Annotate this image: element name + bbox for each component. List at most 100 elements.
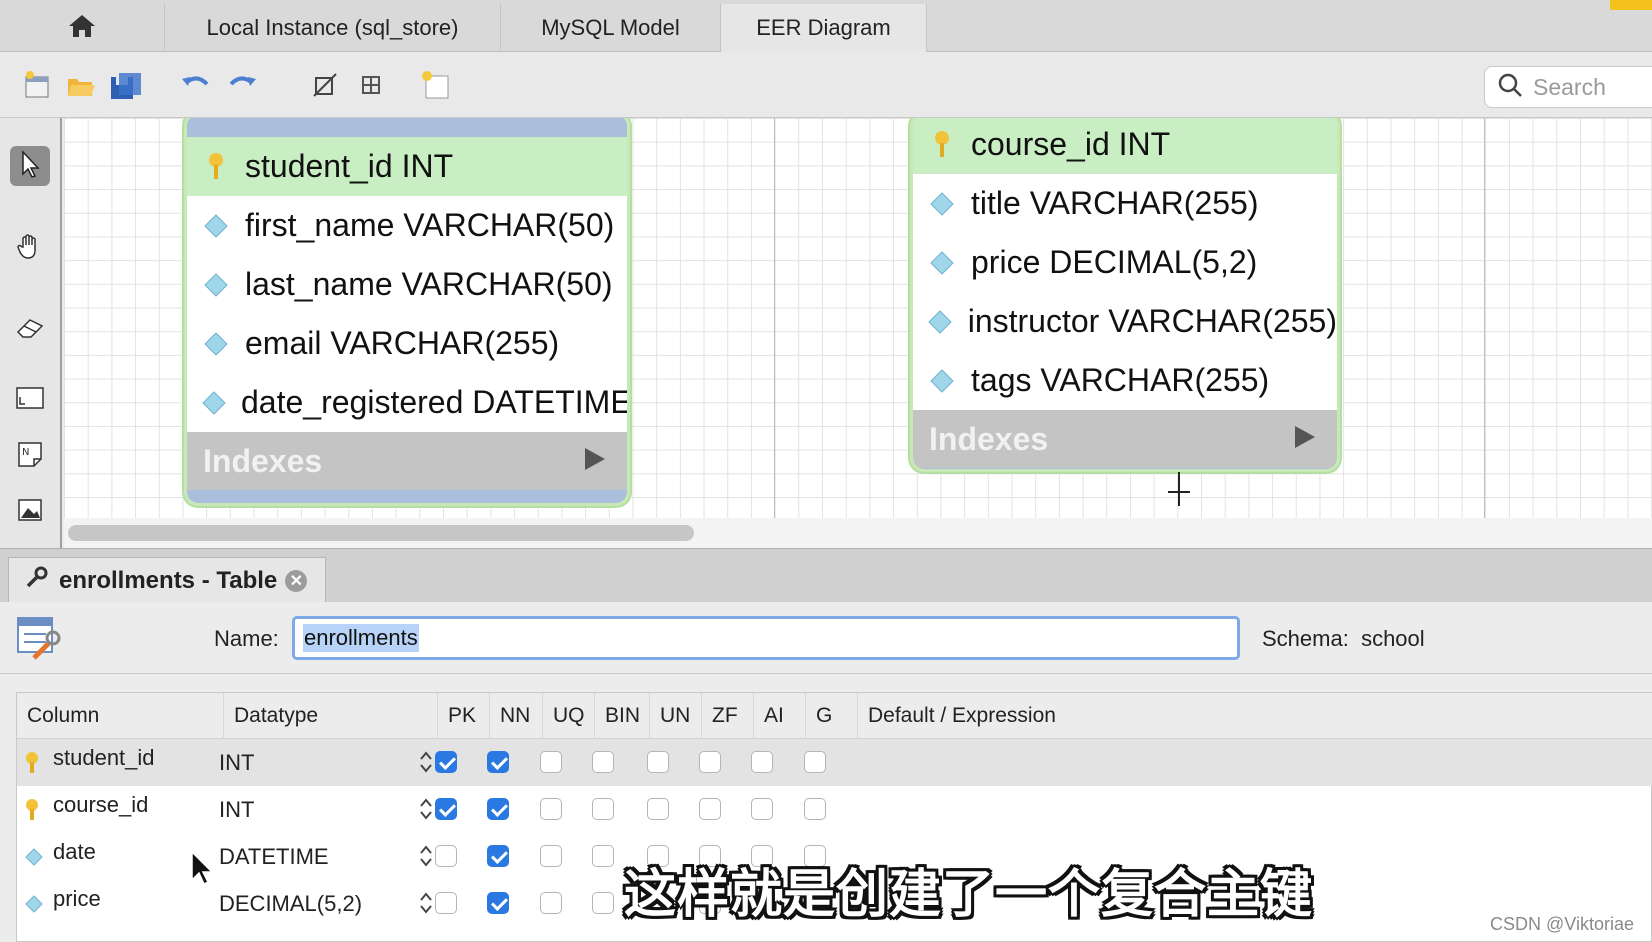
eer-column-row[interactable]: title VARCHAR(255)	[913, 174, 1337, 233]
new-diagram-button[interactable]	[418, 70, 452, 104]
tab-table-editor[interactable]: enrollments - Table ✕	[8, 557, 326, 603]
header-pk[interactable]: PK	[437, 693, 489, 739]
open-button[interactable]	[64, 70, 98, 104]
align-button[interactable]	[354, 70, 388, 104]
column-name[interactable]: student_id	[53, 739, 155, 777]
table-row[interactable]: course_id INT	[17, 786, 1652, 833]
table-name-row: Name: enrollments Schema: school	[0, 602, 1652, 674]
nn-checkbox[interactable]	[487, 751, 509, 773]
close-tab-icon[interactable]: ✕	[285, 569, 308, 592]
diagram-canvas[interactable]: student_id INT first_name VARCHAR(50) la…	[64, 118, 1652, 518]
header-un[interactable]: UN	[649, 693, 701, 739]
ai-checkbox[interactable]	[751, 798, 773, 820]
pk-checkbox[interactable]	[435, 845, 457, 867]
tab-mysql-model[interactable]: MySQL Model	[501, 4, 721, 52]
image-tool[interactable]	[10, 492, 50, 532]
datatype-stepper-icon[interactable]	[419, 750, 433, 774]
eer-column-row[interactable]: tags VARCHAR(255)	[913, 351, 1337, 410]
column-datatype[interactable]: DECIMAL(5,2)	[219, 880, 362, 927]
search-box[interactable]: Search	[1484, 66, 1652, 108]
table-row[interactable]: student_id INT	[17, 739, 1652, 786]
eer-column-text: last_name VARCHAR(50)	[245, 266, 613, 302]
nn-checkbox[interactable]	[487, 798, 509, 820]
datatype-stepper-icon[interactable]	[419, 891, 433, 915]
column-datatype[interactable]: INT	[219, 739, 254, 786]
indexes-section[interactable]: Indexes	[187, 432, 627, 490]
uq-checkbox[interactable]	[540, 845, 562, 867]
header-bin[interactable]: BIN	[594, 693, 649, 739]
horizontal-scrollbar[interactable]	[64, 518, 1652, 548]
header-default-expression[interactable]: Default / Expression	[857, 693, 1652, 739]
bin-checkbox[interactable]	[592, 845, 614, 867]
eer-column-text: first_name VARCHAR(50)	[245, 207, 615, 243]
new-document-button[interactable]	[20, 70, 54, 104]
un-checkbox[interactable]	[647, 798, 669, 820]
uq-checkbox[interactable]	[540, 798, 562, 820]
pk-checkbox[interactable]	[435, 892, 457, 914]
eer-table-courses[interactable]: course_id INT title VARCHAR(255) price D…	[910, 118, 1340, 472]
eer-column-row[interactable]: date_registered DATETIME	[187, 373, 627, 432]
column-name[interactable]: date	[53, 833, 96, 871]
note-tool[interactable]: N	[10, 436, 50, 476]
eer-column-row[interactable]: last_name VARCHAR(50)	[187, 255, 627, 314]
column-name[interactable]: price	[53, 880, 101, 918]
pointer-tool[interactable]	[10, 146, 50, 186]
ai-checkbox[interactable]	[751, 751, 773, 773]
un-checkbox[interactable]	[647, 751, 669, 773]
toggle-grid-button[interactable]	[308, 70, 342, 104]
bin-checkbox[interactable]	[592, 798, 614, 820]
header-uq[interactable]: UQ	[542, 693, 594, 739]
column-datatype[interactable]: INT	[219, 786, 254, 833]
table-editor-icon	[16, 616, 62, 665]
scrollbar-thumb[interactable]	[68, 525, 694, 541]
eer-column-row[interactable]: instructor VARCHAR(255)	[913, 292, 1337, 351]
header-g[interactable]: G	[805, 693, 857, 739]
column-datatype[interactable]: DATETIME	[219, 833, 329, 880]
eer-column-text: price DECIMAL(5,2)	[971, 244, 1258, 280]
zf-checkbox[interactable]	[699, 798, 721, 820]
eer-column-row[interactable]: price DECIMAL(5,2)	[913, 233, 1337, 292]
eer-column-row[interactable]: course_id INT	[913, 118, 1337, 174]
hand-tool[interactable]	[10, 228, 50, 268]
eer-column-row[interactable]: email VARCHAR(255)	[187, 314, 627, 373]
eer-table-students[interactable]: student_id INT first_name VARCHAR(50) la…	[184, 118, 630, 506]
bin-checkbox[interactable]	[592, 751, 614, 773]
g-checkbox[interactable]	[804, 751, 826, 773]
schema-label: Schema:	[1262, 626, 1349, 651]
nn-checkbox[interactable]	[487, 845, 509, 867]
bin-checkbox[interactable]	[592, 892, 614, 914]
indexes-section[interactable]: Indexes	[913, 410, 1337, 468]
eer-column-text: instructor VARCHAR(255)	[967, 303, 1337, 339]
zf-checkbox[interactable]	[699, 751, 721, 773]
primary-key-icon	[201, 152, 231, 182]
undo-button[interactable]	[178, 70, 212, 104]
g-checkbox[interactable]	[804, 798, 826, 820]
pk-checkbox[interactable]	[435, 798, 457, 820]
header-column[interactable]: Column	[17, 693, 223, 739]
table-name-input[interactable]: enrollments	[292, 616, 1240, 660]
column-diamond-icon	[201, 331, 231, 357]
eraser-tool[interactable]	[10, 310, 50, 350]
eer-column-row[interactable]: student_id INT	[187, 137, 627, 196]
datatype-stepper-icon[interactable]	[419, 844, 433, 868]
pk-checkbox[interactable]	[435, 751, 457, 773]
indexes-label: Indexes	[203, 442, 323, 479]
layer-tool[interactable]	[10, 380, 50, 420]
header-datatype[interactable]: Datatype	[223, 693, 437, 739]
eer-column-text: date_registered DATETIME	[241, 384, 630, 420]
tab-local-instance[interactable]: Local Instance (sql_store)	[165, 4, 501, 52]
nn-checkbox[interactable]	[487, 892, 509, 914]
tab-eer-diagram[interactable]: EER Diagram	[721, 4, 927, 52]
tab-home[interactable]	[0, 4, 165, 52]
save-button[interactable]	[108, 70, 142, 104]
column-name[interactable]: course_id	[53, 786, 148, 824]
eer-column-row[interactable]: first_name VARCHAR(50)	[187, 196, 627, 255]
header-zf[interactable]: ZF	[701, 693, 753, 739]
uq-checkbox[interactable]	[540, 892, 562, 914]
workbench-window: Local Instance (sql_store) MySQL Model E…	[0, 0, 1652, 942]
redo-button[interactable]	[226, 70, 260, 104]
header-nn[interactable]: NN	[489, 693, 542, 739]
header-ai[interactable]: AI	[753, 693, 805, 739]
uq-checkbox[interactable]	[540, 751, 562, 773]
datatype-stepper-icon[interactable]	[419, 797, 433, 821]
